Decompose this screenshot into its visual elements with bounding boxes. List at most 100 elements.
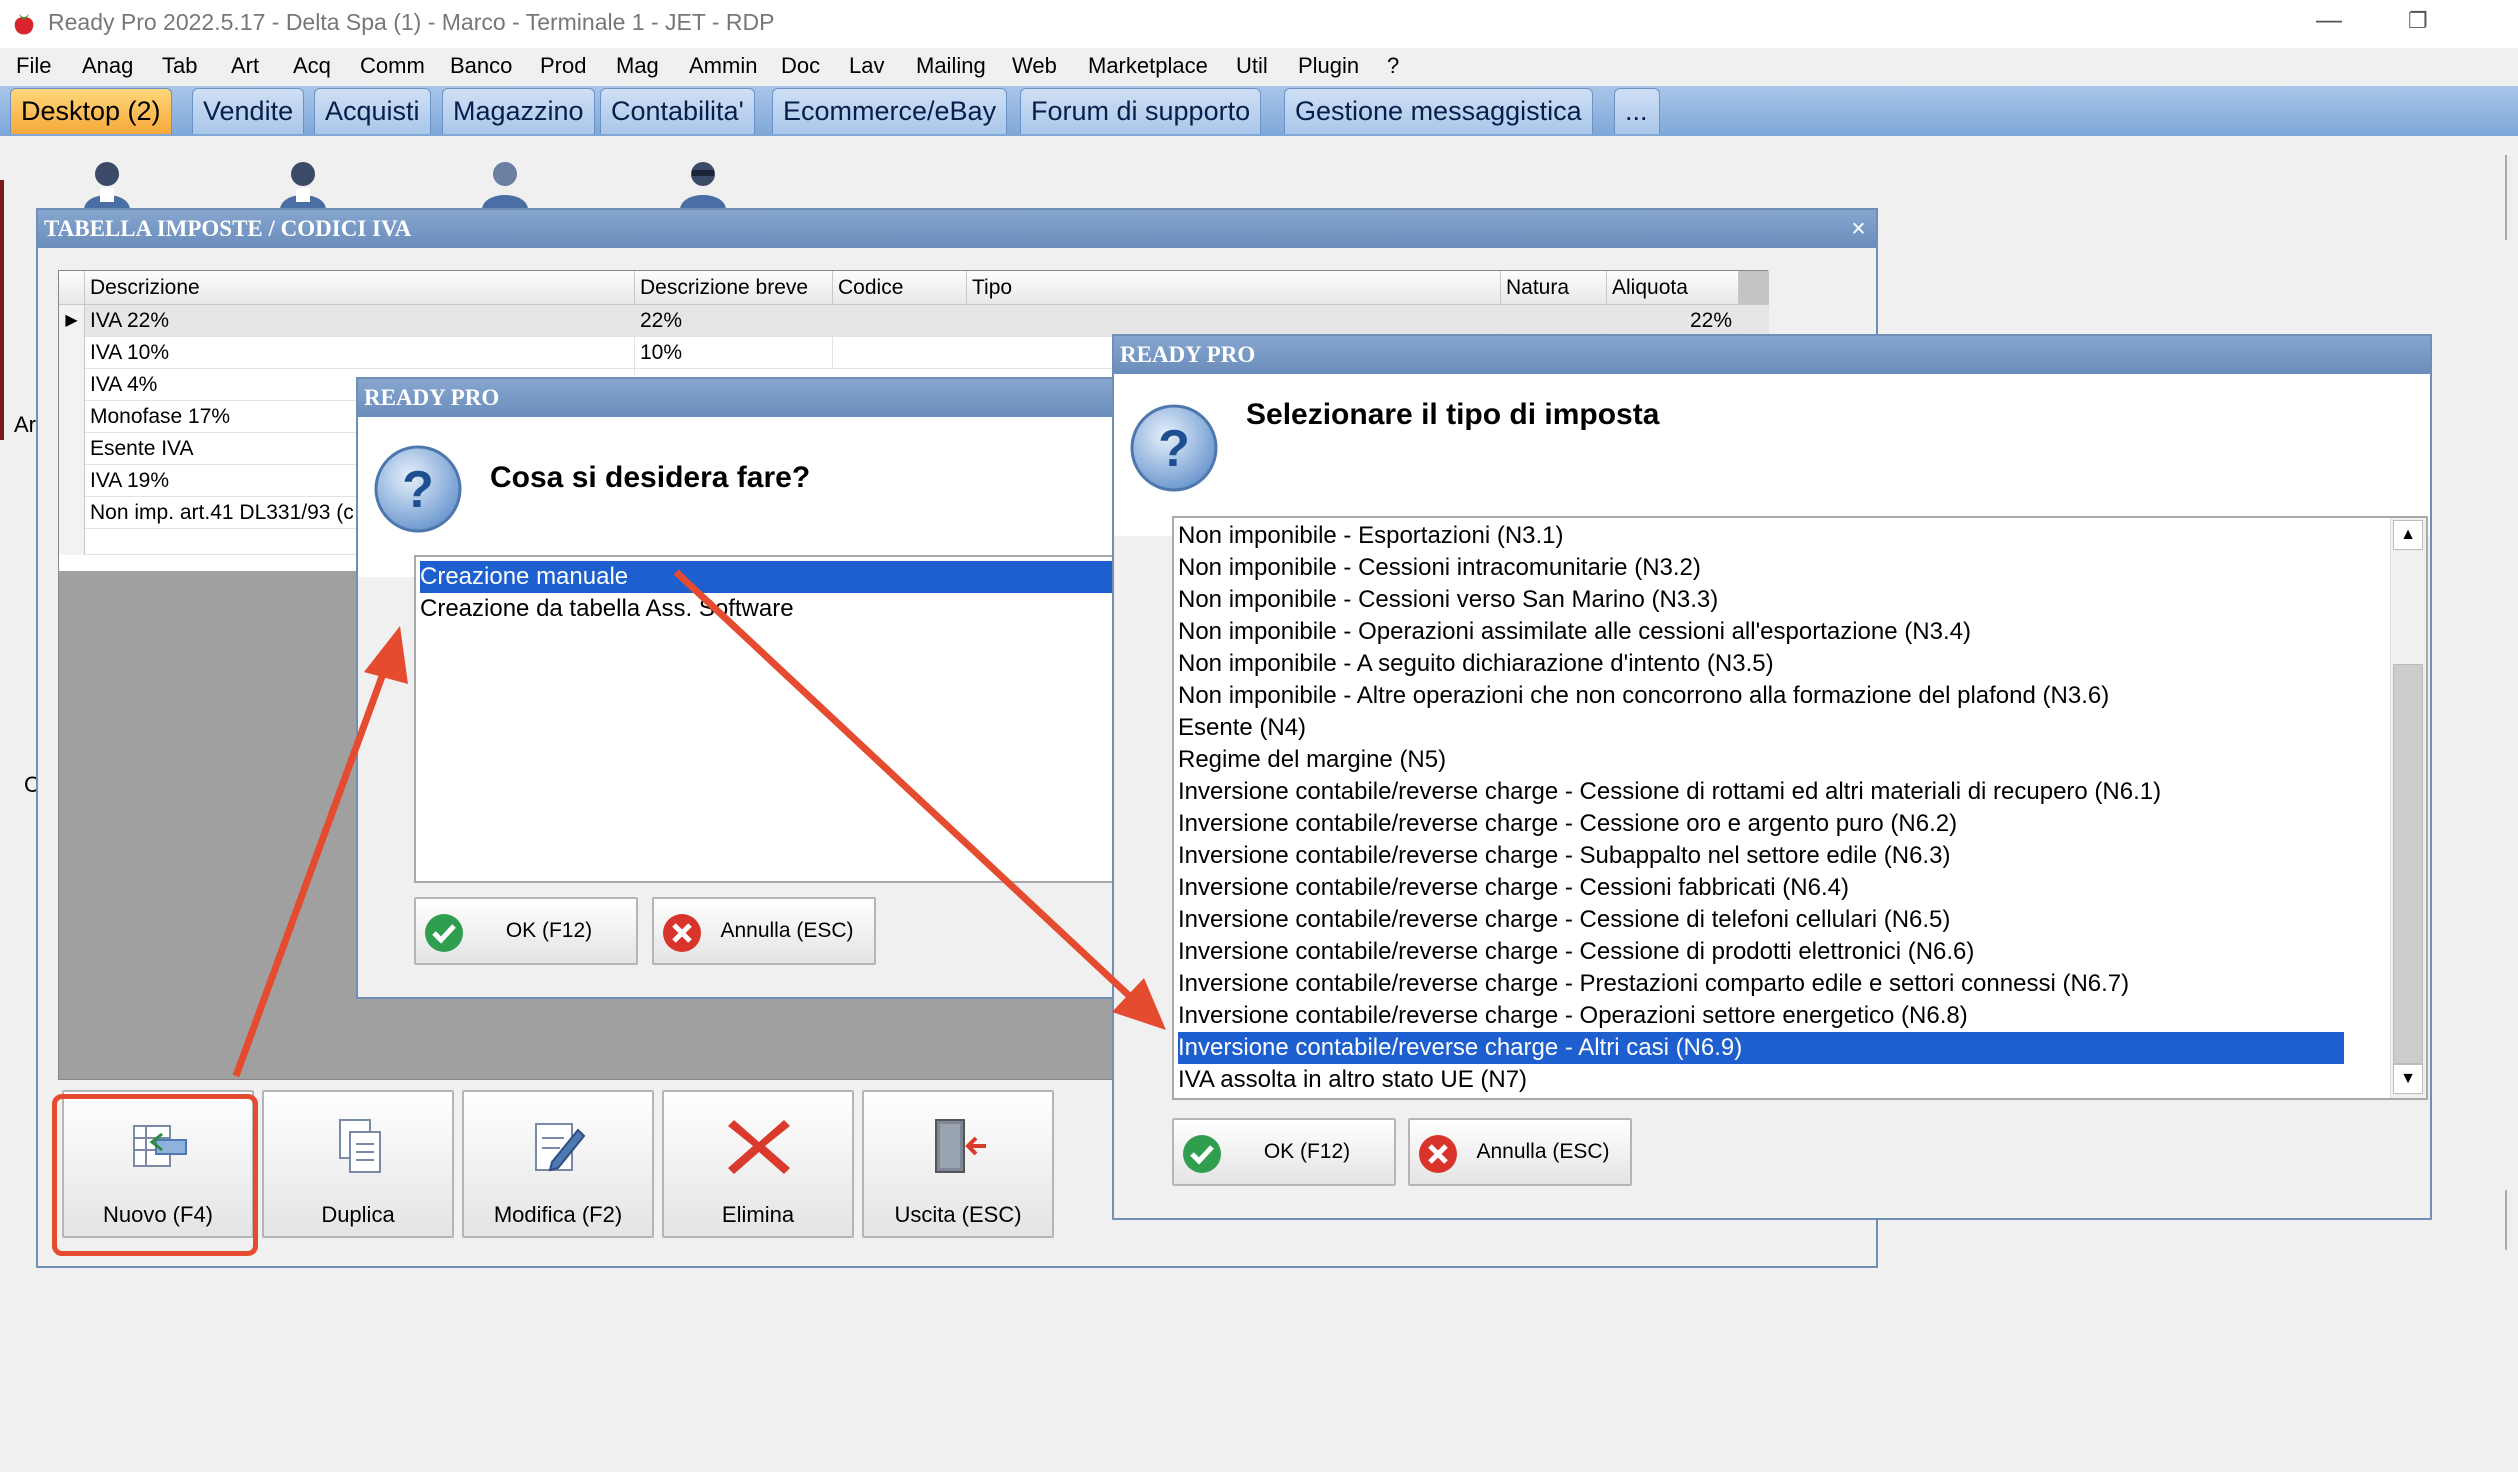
user-icon[interactable] [274, 158, 332, 210]
row-indicator [59, 337, 85, 369]
cell-aliquota[interactable]: 22% [1607, 305, 1739, 337]
cell-tipo[interactable] [967, 305, 1501, 337]
user-icon[interactable] [78, 158, 136, 210]
cell-breve[interactable]: 22% [635, 305, 833, 337]
dialog2-ok-button[interactable]: OK (F12) [1172, 1118, 1396, 1186]
row-indicator [59, 497, 85, 529]
question-icon: ? [374, 445, 462, 533]
dialog2-question-area: ? Selezionare il tipo di imposta [1114, 374, 2430, 536]
action-options-list[interactable]: Creazione manuale Creazione da tabella A… [414, 555, 1118, 883]
list-item[interactable]: Creazione manuale [420, 561, 1116, 593]
column-aliquota[interactable]: Aliquota [1607, 271, 1739, 305]
tax-type-list[interactable]: Non imponibile - Esportazioni (N3.1) Non… [1172, 516, 2428, 1100]
list-item[interactable]: Esente (N4) [1178, 712, 1306, 744]
list-item[interactable]: Inversione contabile/reverse charge - Ce… [1178, 776, 2161, 808]
app-strawberry-icon [14, 14, 34, 35]
restore-button[interactable]: ❐ [2408, 8, 2428, 34]
user-icon[interactable] [476, 158, 534, 210]
list-item[interactable]: Inversione contabile/reverse charge - Pr… [1178, 968, 2129, 1000]
menu-tab[interactable]: Tab [162, 53, 197, 79]
svg-text:?: ? [402, 461, 434, 519]
duplicate-icon [339, 1119, 381, 1173]
module-tab-bar: Desktop (2) Vendite Acquisti Magazzino C… [0, 86, 2518, 136]
user-icon[interactable] [674, 158, 732, 210]
dialog1-title: READY PRO [364, 385, 500, 410]
menu-mag[interactable]: Mag [616, 53, 659, 79]
menu-util[interactable]: Util [1236, 53, 1268, 79]
menu-file[interactable]: File [16, 53, 51, 79]
close-icon[interactable]: × [1851, 210, 1866, 248]
elimina-button[interactable]: Elimina [662, 1090, 854, 1238]
list-item[interactable]: Non imponibile - Esportazioni (N3.1) [1178, 520, 1564, 552]
tab-acquisti[interactable]: Acquisti [314, 88, 431, 134]
menu-mailing[interactable]: Mailing [916, 53, 986, 79]
cell-codice[interactable] [833, 305, 967, 337]
list-item[interactable]: Inversione contabile/reverse charge - Ce… [1178, 936, 1974, 968]
list-item[interactable]: Non imponibile - Cessioni verso San Mari… [1178, 584, 1718, 616]
dialog2-title: READY PRO [1120, 342, 1256, 367]
question-icon: ? [1130, 404, 1218, 492]
menu-lav[interactable]: Lav [849, 53, 884, 79]
cell-descrizione[interactable]: IVA 22% [85, 305, 635, 337]
menu-marketplace[interactable]: Marketplace [1088, 53, 1208, 79]
menu-help[interactable]: ? [1387, 53, 1399, 79]
tab-contabilita[interactable]: Contabilita' [600, 88, 755, 134]
menu-acq[interactable]: Acq [293, 53, 331, 79]
menu-anag[interactable]: Anag [82, 53, 133, 79]
dialog2-cancel-button[interactable]: Annulla (ESC) [1408, 1118, 1632, 1186]
tab-magazzino[interactable]: Magazzino [442, 88, 595, 134]
tab-more[interactable]: ... [1614, 88, 1660, 134]
modifica-label: Modifica (F2) [493, 1202, 623, 1227]
cell-natura[interactable] [1501, 305, 1607, 337]
column-codice[interactable]: Codice [833, 271, 967, 305]
title-bar: Ready Pro 2022.5.17 - Delta Spa (1) - Ma… [0, 0, 2518, 48]
list-item[interactable]: Inversione contabile/reverse charge - Ce… [1178, 808, 1957, 840]
scroll-up-button[interactable]: ▲ [2393, 520, 2423, 550]
duplica-button[interactable]: Duplica [262, 1090, 454, 1238]
menu-ammin[interactable]: Ammin [689, 53, 757, 79]
dialog1-cancel-button[interactable]: Annulla (ESC) [652, 897, 876, 965]
list-item[interactable]: Creazione da tabella Ass. Software [420, 593, 794, 625]
cell-descrizione[interactable]: IVA 10% [85, 337, 635, 369]
minimize-button[interactable]: — [2316, 4, 2342, 35]
list-item[interactable]: Inversione contabile/reverse charge - Ce… [1178, 872, 1849, 904]
list-scrollbar[interactable]: ▲ ▼ [2390, 518, 2426, 1098]
row-indicator [59, 465, 85, 497]
menu-web[interactable]: Web [1012, 53, 1057, 79]
cell-breve[interactable]: 10% [635, 337, 833, 369]
tab-vendite[interactable]: Vendite [192, 88, 305, 134]
menu-plugin[interactable]: Plugin [1298, 53, 1359, 79]
list-item[interactable]: Non imponibile - Altre operazioni che no… [1178, 680, 2109, 712]
action-dialog: READY PRO ? Cosa si desidera fare? Creaz… [356, 377, 1118, 999]
ok-label: OK (F12) [505, 919, 593, 942]
scroll-down-button[interactable]: ▼ [2393, 1064, 2423, 1094]
tab-ecommerce[interactable]: Ecommerce/eBay [772, 88, 1008, 134]
list-item[interactable]: IVA assolta in altro stato UE (N7) [1178, 1064, 1527, 1096]
uscita-button[interactable]: Uscita (ESC) [862, 1090, 1054, 1238]
menu-prod[interactable]: Prod [540, 53, 586, 79]
uscita-label: Uscita (ESC) [894, 1202, 1022, 1227]
tab-forum[interactable]: Forum di supporto [1020, 88, 1262, 134]
scroll-thumb[interactable] [2393, 664, 2423, 1064]
list-item[interactable]: Non imponibile - Cessioni intracomunitar… [1178, 552, 1701, 584]
tab-desktop[interactable]: Desktop (2) [10, 88, 172, 134]
list-item[interactable]: Regime del margine (N5) [1178, 744, 1446, 776]
list-item[interactable]: Inversione contabile/reverse charge - Ce… [1178, 904, 1950, 936]
menu-art[interactable]: Art [231, 53, 259, 79]
list-item-selected[interactable]: Inversione contabile/reverse charge - Al… [1178, 1032, 2344, 1064]
list-item[interactable]: Non imponibile - A seguito dichiarazione… [1178, 648, 1774, 680]
modifica-button[interactable]: Modifica (F2) [462, 1090, 654, 1238]
column-tipo[interactable]: Tipo [967, 271, 1501, 305]
column-descrizione[interactable]: Descrizione [85, 271, 635, 305]
dialog1-ok-button[interactable]: OK (F12) [414, 897, 638, 965]
column-descrizione-breve[interactable]: Descrizione breve [635, 271, 833, 305]
tab-messaggistica[interactable]: Gestione messaggistica [1284, 88, 1593, 134]
list-item[interactable]: Non imponibile - Operazioni assimilate a… [1178, 616, 1971, 648]
menu-doc[interactable]: Doc [781, 53, 820, 79]
table-row[interactable]: ▶ IVA 22% 22% 22% [59, 305, 1769, 337]
list-item[interactable]: Inversione contabile/reverse charge - Op… [1178, 1000, 1968, 1032]
menu-banco[interactable]: Banco [450, 53, 512, 79]
column-natura[interactable]: Natura [1501, 271, 1607, 305]
menu-comm[interactable]: Comm [360, 53, 425, 79]
list-item[interactable]: Inversione contabile/reverse charge - Su… [1178, 840, 1950, 872]
